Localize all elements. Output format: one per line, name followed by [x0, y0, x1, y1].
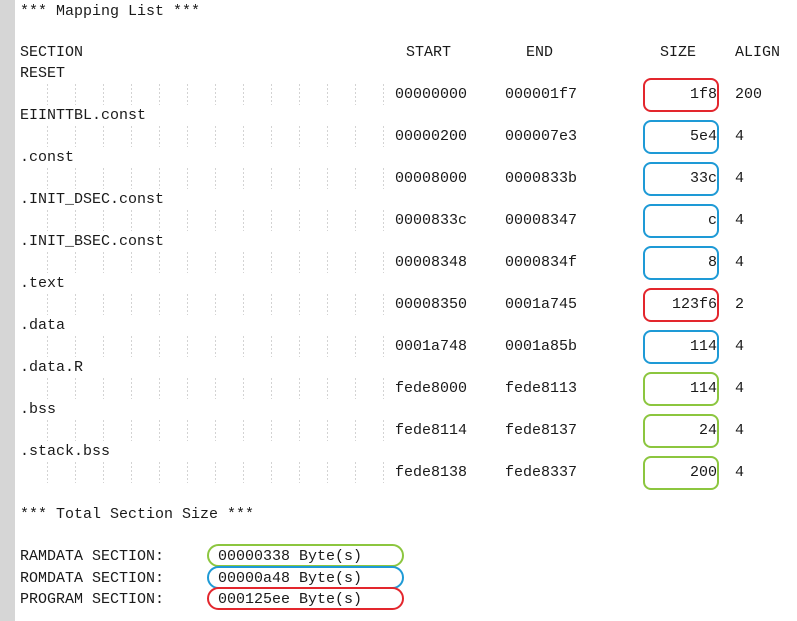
indent-guides [20, 420, 390, 441]
section-start: 0000833c [395, 212, 468, 229]
indent-guides [20, 252, 390, 273]
section-end: fede8137 [505, 422, 578, 439]
section-start: 00000200 [395, 128, 468, 145]
section-name: .data.R [20, 359, 84, 376]
section-name: RESET [20, 65, 66, 82]
section-start: 00008348 [395, 254, 468, 271]
section-size: 33c [689, 170, 717, 187]
section-name: EIINTTBL.const [20, 107, 147, 124]
section-size: 123f6 [671, 296, 717, 313]
section-end: 00008347 [505, 212, 578, 229]
section-size: 200 [689, 464, 717, 481]
header-end: END [526, 44, 554, 61]
section-start: fede8114 [395, 422, 468, 439]
section-end: 0001a85b [505, 338, 578, 355]
section-align: 4 [735, 380, 745, 397]
indent-guides [20, 462, 390, 483]
indent-guides [20, 210, 390, 231]
section-end: 000007e3 [505, 128, 578, 145]
section-start: fede8000 [395, 380, 468, 397]
section-align: 4 [735, 170, 745, 187]
indent-guides [20, 378, 390, 399]
section-name: .bss [20, 401, 57, 418]
section-align: 4 [735, 464, 745, 481]
header-align: ALIGN [735, 44, 781, 61]
section-size: 24 [698, 422, 717, 439]
section-align: 200 [735, 86, 763, 103]
header-section: SECTION [20, 44, 84, 61]
total-value: 000125ee Byte(s) [218, 591, 363, 608]
section-end: 000001f7 [505, 86, 578, 103]
total-label: ROMDATA SECTION: [20, 569, 165, 587]
section-align: 4 [735, 338, 745, 355]
header-start: START [406, 44, 452, 61]
section-align: 2 [735, 296, 745, 313]
total-section-title: *** Total Section Size *** [20, 506, 255, 523]
indent-guides [20, 336, 390, 357]
section-name: .text [20, 275, 66, 292]
section-end: fede8113 [505, 380, 578, 397]
indent-guides [20, 84, 390, 105]
section-align: 4 [735, 212, 745, 229]
section-size: 114 [689, 338, 717, 355]
total-value: 00000a48 Byte(s) [218, 569, 363, 587]
section-start: fede8138 [395, 464, 468, 481]
section-size: 114 [689, 380, 717, 397]
section-name: .data [20, 317, 66, 334]
section-align: 4 [735, 128, 745, 145]
section-align: 4 [735, 254, 745, 271]
editor-gutter [0, 0, 15, 621]
section-name: .const [20, 149, 75, 166]
section-align: 4 [735, 422, 745, 439]
section-size: 8 [707, 254, 717, 271]
section-size: 5e4 [689, 128, 717, 145]
section-name: .INIT_BSEC.const [20, 233, 165, 250]
section-start: 00008000 [395, 170, 468, 187]
total-label: RAMDATA SECTION: [20, 548, 165, 565]
indent-guides [20, 126, 390, 147]
section-start: 00000000 [395, 86, 468, 103]
section-name: .stack.bss [20, 443, 111, 460]
header-size: SIZE [660, 44, 697, 61]
section-start: 00008350 [395, 296, 468, 313]
section-start: 0001a748 [395, 338, 468, 355]
section-end: 0000833b [505, 170, 578, 187]
section-size: c [707, 212, 717, 229]
section-end: 0001a745 [505, 296, 578, 313]
total-label: PROGRAM SECTION: [20, 591, 165, 608]
section-end: 0000834f [505, 254, 578, 271]
mapping-list-title: *** Mapping List *** [20, 3, 201, 20]
section-name: .INIT_DSEC.const [20, 191, 165, 208]
indent-guides [20, 294, 390, 315]
indent-guides [20, 168, 390, 189]
total-value: 00000338 Byte(s) [218, 548, 363, 565]
section-size: 1f8 [689, 86, 717, 103]
section-end: fede8337 [505, 464, 578, 481]
